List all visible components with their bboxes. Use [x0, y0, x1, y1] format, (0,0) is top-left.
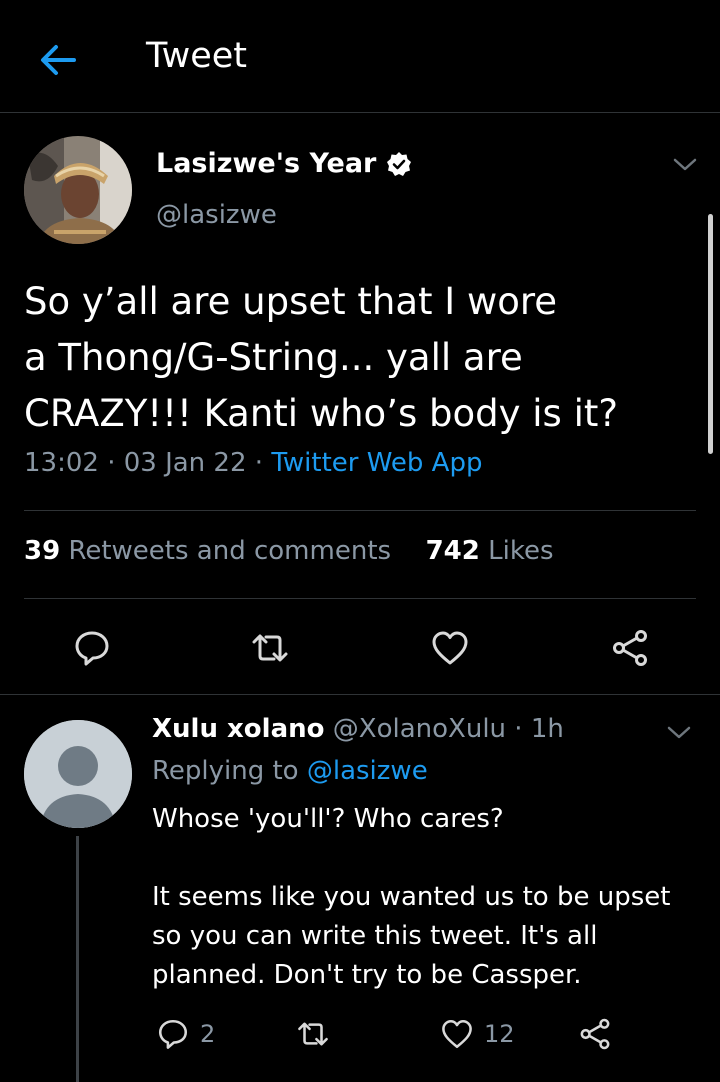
reply-share-action[interactable] — [578, 1014, 612, 1054]
reply-author-handle[interactable]: @XolanoXulu — [333, 714, 506, 744]
reply-icon — [158, 1019, 188, 1049]
divider — [24, 510, 696, 511]
replying-prefix: Replying to — [152, 756, 299, 786]
tweet-stats: 39 Retweets and comments 742 Likes — [24, 536, 554, 566]
meta-separator: · — [254, 448, 264, 478]
reply-author-name[interactable]: Xulu xolano — [152, 714, 325, 744]
page-title: Tweet — [146, 36, 248, 76]
retweet-icon[interactable] — [250, 628, 290, 668]
replying-to: Replying to @lasizwe — [152, 756, 428, 786]
reply-retweet-action[interactable] — [296, 1014, 330, 1054]
reply-age: 1h — [530, 714, 564, 744]
author-name[interactable]: Lasizwe's Year — [156, 148, 376, 179]
chevron-down-icon[interactable] — [666, 724, 692, 742]
heart-icon — [442, 1019, 472, 1049]
retweets-count: 39 — [24, 536, 61, 566]
meta-separator: · — [514, 714, 523, 744]
avatar-image — [24, 136, 132, 244]
tweet-source-app[interactable]: Twitter Web App — [271, 448, 482, 478]
reply-text: Whose 'you'll'? Who cares? It seems like… — [152, 800, 692, 995]
meta-separator: · — [107, 448, 116, 478]
author-name-row[interactable]: Lasizwe's Year — [156, 148, 412, 179]
replying-mention[interactable]: @lasizwe — [307, 756, 428, 786]
tweet-text-line: So y’all are upset that I wore — [24, 280, 558, 323]
likes-stat[interactable]: 742 Likes — [426, 536, 554, 566]
share-icon — [580, 1018, 610, 1050]
tweet-date: 03 Jan 22 — [123, 448, 247, 478]
scrollbar-thumb[interactable] — [708, 214, 713, 454]
verified-badge-icon — [387, 151, 412, 176]
reply-paragraph: Whose 'you'll'? Who cares? — [152, 804, 504, 834]
reply-like-count: 12 — [484, 1020, 515, 1048]
default-avatar-icon — [24, 720, 132, 828]
retweets-label: Retweets and comments — [68, 536, 392, 566]
reply-like-action[interactable]: 12 — [440, 1014, 515, 1054]
thread-line — [76, 836, 79, 1082]
back-arrow-icon[interactable] — [34, 36, 82, 84]
tweet-text: So y’all are upset that I wore a Thong/G… — [24, 274, 694, 442]
author-handle[interactable]: @lasizwe — [156, 200, 277, 230]
likes-count: 742 — [425, 536, 480, 566]
heart-icon[interactable] — [430, 628, 470, 668]
reply-comment-action[interactable]: 2 — [156, 1014, 215, 1054]
tweet-time: 13:02 — [24, 448, 99, 478]
author-avatar[interactable] — [24, 136, 132, 244]
divider — [24, 598, 696, 599]
divider — [0, 694, 720, 695]
reply-header: Xulu xolano @XolanoXulu · 1h — [152, 714, 564, 744]
reply-avatar[interactable] — [24, 720, 132, 828]
tweet-text-line: a Thong/G-String... yall are — [24, 336, 523, 379]
likes-label: Likes — [488, 536, 554, 566]
chevron-down-icon[interactable] — [672, 156, 698, 174]
retweet-icon — [298, 1022, 328, 1046]
tweet-meta: 13:02 · 03 Jan 22 · Twitter Web App — [24, 448, 482, 478]
reply-icon[interactable] — [72, 628, 112, 668]
reply-paragraph: It seems like you wanted us to be upset … — [152, 882, 671, 990]
reply-comment-count: 2 — [200, 1020, 216, 1048]
tweet-text-line: CRAZY!!! Kanti who’s body is it? — [24, 392, 619, 435]
top-bar: Tweet — [0, 0, 720, 113]
share-icon[interactable] — [610, 628, 650, 668]
retweets-stat[interactable]: 39 Retweets and comments — [24, 536, 391, 566]
